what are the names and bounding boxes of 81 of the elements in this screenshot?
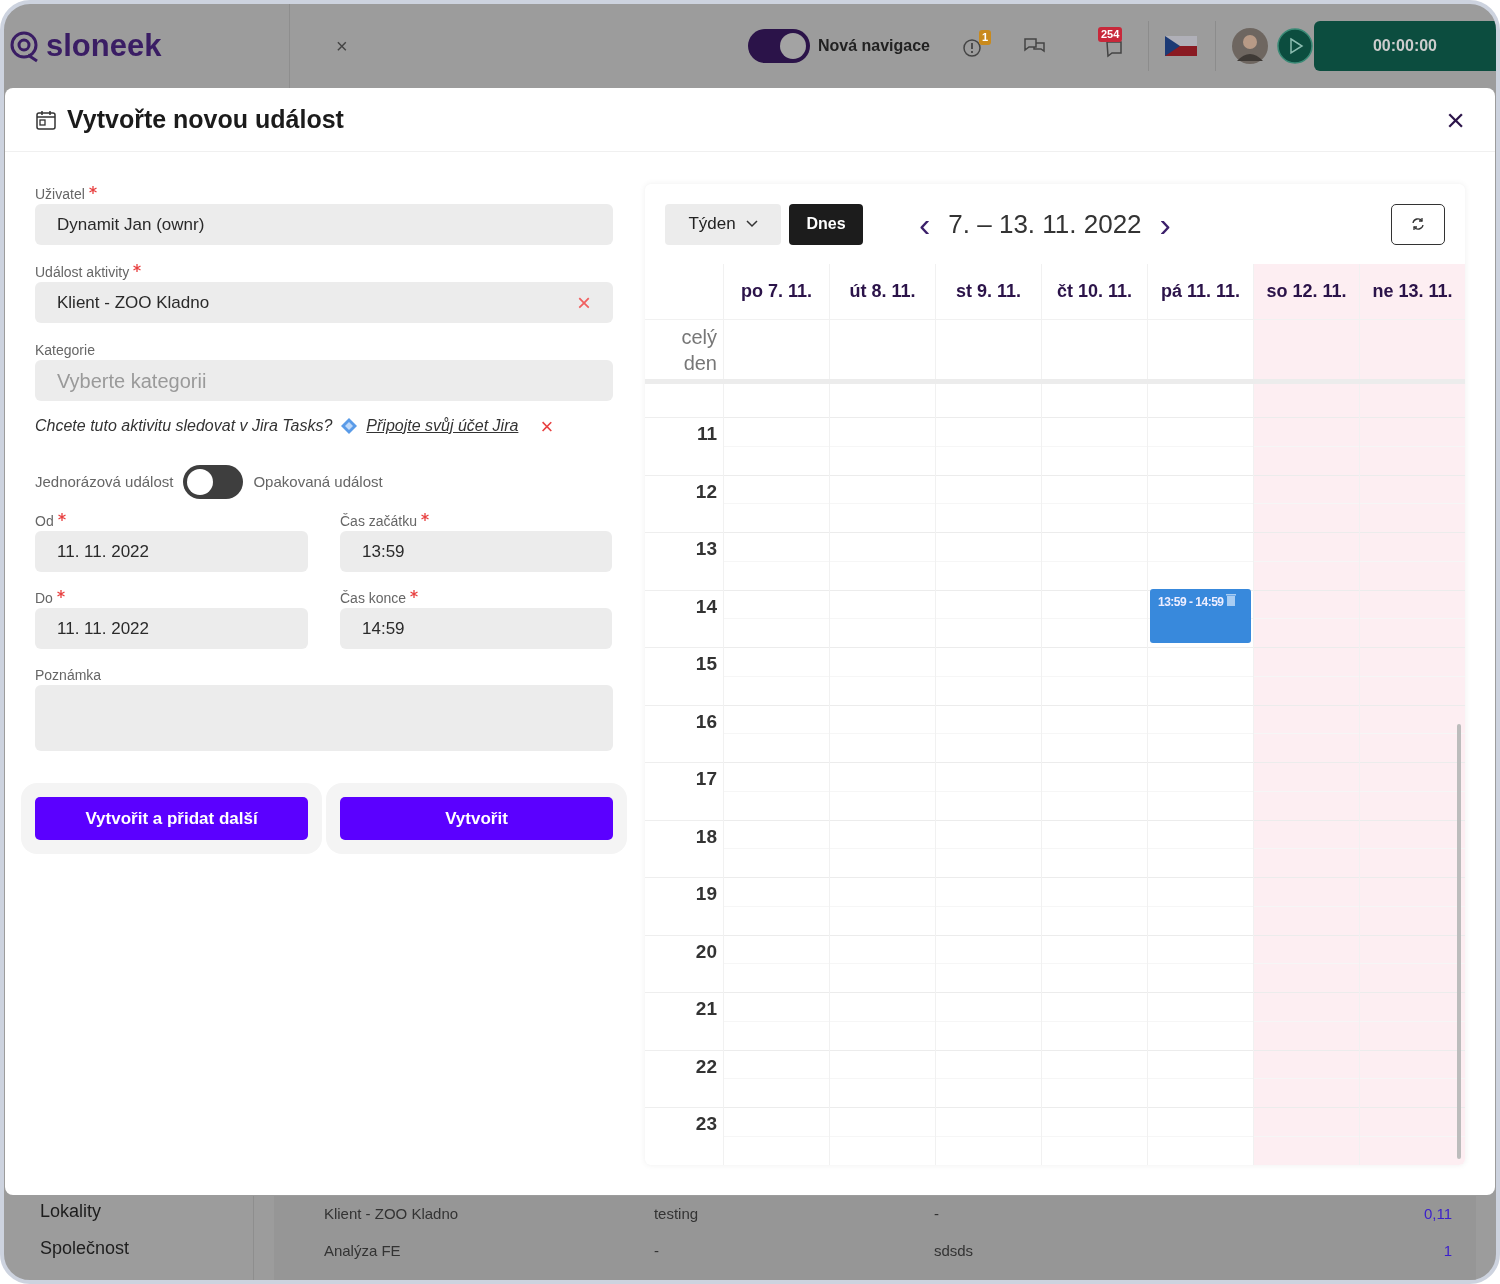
caret-icon	[745, 220, 758, 228]
input-field[interactable]: 14:59	[340, 608, 612, 649]
hour-label: 16	[695, 710, 717, 732]
jira-question: Chcete tuto aktivitu sledovat v Jira Tasks?	[35, 416, 333, 436]
field-label: Poznámka	[35, 666, 102, 685]
table-cell-text: 1	[1442, 1241, 1452, 1262]
field-label: Od	[35, 512, 54, 531]
toggle-label: Jednorázová událost	[35, 471, 174, 492]
previous-button[interactable]: ‹	[915, 207, 935, 241]
timer-display: 00:00:00	[1314, 21, 1496, 71]
field-label: Čas začátku	[340, 512, 418, 531]
hour-label: 19	[695, 883, 717, 904]
flag-icon	[1165, 36, 1197, 56]
avatar-icon	[1232, 28, 1268, 64]
hour-label: 20	[695, 940, 717, 962]
hour-label: 11	[696, 423, 717, 444]
view-dropdown[interactable]: Týden	[665, 203, 781, 245]
connect-jira-link[interactable]: Připojte svůj účet Jira	[366, 414, 519, 438]
hour-label: 15	[695, 653, 717, 674]
day-header: čt 10. 11.	[1041, 264, 1147, 319]
hour-label: 13	[695, 538, 717, 559]
hour-label: 14	[695, 595, 717, 617]
refresh-icon	[1411, 217, 1425, 231]
day-column[interactable]	[1359, 384, 1465, 1165]
day-header: so 12. 11.	[1253, 264, 1359, 319]
create-button[interactable]: Vytvořit a přidat další	[35, 797, 308, 840]
navigation-toggle[interactable]	[747, 29, 810, 63]
day-header: ne 13. 11.	[1359, 264, 1465, 319]
table-cell-text: -	[933, 1204, 940, 1225]
table-cell-text: Analýza FE	[323, 1241, 402, 1262]
play-icon	[1276, 27, 1314, 65]
field-label: Kategorie	[35, 341, 95, 360]
hour-label: 17	[695, 768, 717, 789]
hour-label: 23	[695, 1113, 717, 1134]
today-button[interactable]: Dnes	[789, 203, 863, 245]
field-label: Čas konce	[340, 589, 407, 608]
input-field[interactable]: Vyberte kategorii	[57, 365, 591, 396]
table-cell-text: -	[653, 1241, 660, 1262]
diamond-icon	[340, 417, 359, 435]
table-cell-text: sdsds	[933, 1241, 975, 1262]
input-field[interactable]: Dynamit Jan (ownr)	[35, 204, 613, 245]
day-header: st 9. 11.	[935, 264, 1041, 319]
hour-label: 22	[695, 1055, 717, 1077]
sidebar-item[interactable]: Lokality	[40, 1196, 253, 1233]
input-field[interactable]: Klient - ZOO Kladno	[57, 289, 210, 316]
all-day-label: celý den	[680, 325, 718, 376]
close-button[interactable]: ×	[1446, 103, 1465, 136]
logo-text: sloneek	[46, 26, 162, 65]
date-range: 7. – 13. 11. 2022	[948, 207, 1142, 241]
trash-icon	[1225, 592, 1236, 606]
field-label: Do	[35, 589, 53, 608]
dismiss-button[interactable]: ×	[540, 409, 554, 443]
table-cell-text: Klient - ZOO Kladno	[323, 1204, 460, 1225]
table-cell-text: testing	[653, 1204, 700, 1225]
toggle-label: Opakovaná událost	[253, 471, 383, 492]
close-tab-button[interactable]: ×	[336, 31, 348, 61]
calendar-icon	[35, 108, 57, 131]
info-icon	[962, 38, 982, 58]
modal-title: Vytvořte novou událost	[67, 103, 344, 135]
table-cell-text: 0,11	[1423, 1204, 1452, 1225]
message-icon	[1104, 39, 1124, 59]
input-field[interactable]: Vyberte kategorii	[35, 360, 613, 401]
refresh-button[interactable]	[1391, 203, 1445, 245]
sidebar-item[interactable]: Společnost	[40, 1233, 253, 1270]
alerts-badge: 1	[979, 30, 992, 45]
next-button[interactable]: ›	[1155, 207, 1175, 241]
field-label: Událost aktivity	[35, 263, 130, 282]
input-field[interactable]: 11. 11. 2022	[35, 608, 308, 649]
hour-label: 18	[695, 825, 717, 847]
field-label: Uživatel	[35, 185, 85, 204]
navigation-label: Nová navigace	[817, 36, 930, 56]
hour-label: 21	[695, 998, 717, 1019]
scrollbar[interactable]	[1457, 724, 1461, 1159]
messages-badge: 254	[1098, 27, 1123, 42]
recurrence-toggle[interactable]	[183, 465, 244, 499]
day-header: po 7. 11.	[723, 264, 829, 319]
create-button[interactable]: Vytvořit	[340, 797, 613, 840]
hour-label: 12	[695, 480, 717, 502]
input-field[interactable]: 11. 11. 2022	[35, 531, 308, 572]
day-header: út 8. 11.	[829, 264, 935, 319]
input-field[interactable]: 13:59	[340, 531, 612, 572]
